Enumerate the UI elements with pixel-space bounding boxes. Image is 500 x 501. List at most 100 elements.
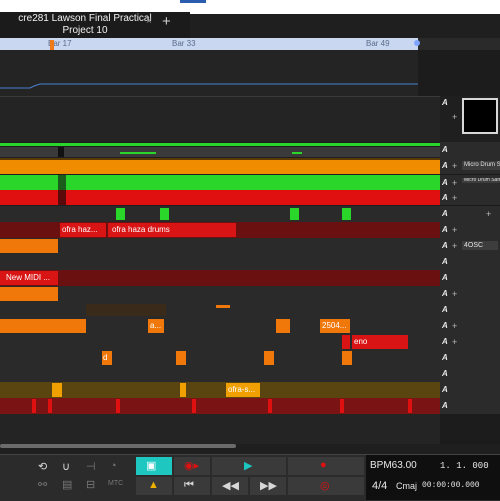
clip[interactable] xyxy=(52,383,62,397)
track-lane[interactable]: d xyxy=(0,350,440,366)
empty-track-area[interactable] xyxy=(0,414,440,444)
mtc-label[interactable]: MTC xyxy=(108,480,123,487)
add-plugin-button[interactable]: + xyxy=(452,161,457,171)
clip[interactable] xyxy=(340,399,344,413)
clip[interactable] xyxy=(160,208,169,220)
time-signature[interactable]: 4/4 xyxy=(372,480,387,492)
automation-toggle[interactable]: A xyxy=(442,178,448,187)
clip[interactable] xyxy=(180,383,186,397)
clip[interactable] xyxy=(86,304,166,316)
track-header[interactable] xyxy=(440,382,500,399)
automation-toggle[interactable]: A xyxy=(442,241,448,250)
track-lane[interactable] xyxy=(0,254,440,270)
clip[interactable] xyxy=(264,351,274,365)
track-lane[interactable] xyxy=(0,238,440,254)
automation-toggle[interactable]: A xyxy=(442,353,448,362)
automation-toggle[interactable]: A xyxy=(442,305,448,314)
clip[interactable] xyxy=(0,143,440,146)
track-header[interactable] xyxy=(440,270,500,287)
add-plugin-button[interactable]: + xyxy=(452,193,457,203)
close-tab-icon[interactable]: × xyxy=(146,16,152,27)
add-plugin-button[interactable]: + xyxy=(486,209,491,219)
track-header[interactable] xyxy=(440,318,500,335)
add-plugin-button[interactable]: + xyxy=(452,337,457,347)
loop-end-marker[interactable] xyxy=(414,40,420,46)
horizontal-scrollbar[interactable] xyxy=(0,444,236,448)
device-label[interactable]: Micro Drum S xyxy=(462,161,500,170)
track-header[interactable] xyxy=(440,190,500,206)
automation-toggle[interactable]: A xyxy=(442,321,448,330)
track-lane[interactable]: ofra-s... xyxy=(0,382,440,398)
track-header[interactable] xyxy=(440,302,500,319)
clip[interactable] xyxy=(32,399,36,413)
track-header[interactable] xyxy=(440,254,500,271)
clip[interactable] xyxy=(290,208,299,220)
add-plugin-button[interactable]: + xyxy=(452,321,457,331)
position-display[interactable]: 1. 1. 000 xyxy=(440,461,489,471)
add-plugin-button[interactable]: + xyxy=(452,241,457,251)
clip[interactable] xyxy=(268,399,272,413)
track-lane[interactable]: eno xyxy=(0,334,440,350)
track-lane[interactable]: ofra haz... ofra haza drums xyxy=(0,222,440,238)
automation-toggle[interactable]: A xyxy=(442,209,448,218)
sync-icon[interactable]: ⊟ xyxy=(86,478,95,491)
clip[interactable] xyxy=(0,239,58,253)
automation-toggle[interactable]: A xyxy=(442,369,448,378)
clip[interactable] xyxy=(342,208,351,220)
clip[interactable] xyxy=(0,287,58,301)
automation-toggle[interactable]: A xyxy=(442,98,448,107)
clip[interactable] xyxy=(116,399,120,413)
key-signature[interactable]: Cmaj xyxy=(396,481,417,491)
automation-toggle[interactable]: A xyxy=(442,161,448,170)
bpm-display[interactable]: BPM63.00 xyxy=(370,460,417,471)
track-lane[interactable] xyxy=(0,286,440,302)
track-lane[interactable] xyxy=(0,190,440,205)
metronome-icon[interactable]: ◔ xyxy=(110,460,117,472)
add-plugin-button[interactable]: + xyxy=(452,112,457,122)
add-tab-button[interactable]: + xyxy=(162,14,171,29)
playhead-marker[interactable] xyxy=(50,40,54,50)
clip[interactable] xyxy=(176,351,186,365)
clip[interactable] xyxy=(342,351,352,365)
track-lane[interactable]: a... 2504... xyxy=(0,318,440,334)
punch-icon[interactable]: ⊣ xyxy=(86,460,96,473)
track-header[interactable] xyxy=(440,350,500,367)
clip[interactable] xyxy=(192,399,196,413)
device-label[interactable]: Micro Drum Sampler xyxy=(462,178,500,183)
automation-toggle[interactable]: A xyxy=(442,193,448,202)
track-header[interactable] xyxy=(440,366,500,383)
automation-toggle[interactable]: A xyxy=(442,257,448,266)
track-lane[interactable] xyxy=(0,398,440,414)
device-label[interactable]: 4OSC xyxy=(462,241,498,250)
automation-toggle[interactable]: A xyxy=(442,385,448,394)
track-lane[interactable] xyxy=(0,366,440,382)
track-lane[interactable]: New MIDI ... xyxy=(0,270,440,286)
track-header[interactable] xyxy=(440,222,500,239)
track-header[interactable] xyxy=(440,334,500,351)
automation-lane[interactable] xyxy=(0,50,418,96)
add-plugin-button[interactable]: + xyxy=(452,289,457,299)
track-header[interactable] xyxy=(440,398,500,415)
automation-toggle[interactable]: A xyxy=(442,145,448,154)
track-lane[interactable] xyxy=(0,158,440,174)
clip[interactable] xyxy=(116,208,125,220)
track-lane[interactable] xyxy=(0,302,440,318)
clip[interactable] xyxy=(342,335,350,349)
clip[interactable] xyxy=(276,319,290,333)
track-header[interactable] xyxy=(440,142,500,159)
time-code[interactable]: 00:00:00.000 xyxy=(422,481,480,490)
lock-icon[interactable]: ▤ xyxy=(62,478,72,491)
track-lane[interactable] xyxy=(0,175,440,190)
clip[interactable] xyxy=(48,399,52,413)
track-lane[interactable] xyxy=(0,142,440,158)
track-lane[interactable] xyxy=(0,206,440,222)
automation-toggle[interactable]: A xyxy=(442,225,448,234)
snap-icon[interactable]: ∪ xyxy=(62,460,70,473)
automation-toggle[interactable]: A xyxy=(442,273,448,282)
master-track-lane[interactable] xyxy=(0,96,440,143)
automation-toggle[interactable]: A xyxy=(442,289,448,298)
clip[interactable] xyxy=(408,399,412,413)
add-plugin-button[interactable]: + xyxy=(452,225,457,235)
link-icon[interactable]: ⚯ xyxy=(38,478,47,491)
loop-icon[interactable]: ⟲ xyxy=(38,460,47,473)
